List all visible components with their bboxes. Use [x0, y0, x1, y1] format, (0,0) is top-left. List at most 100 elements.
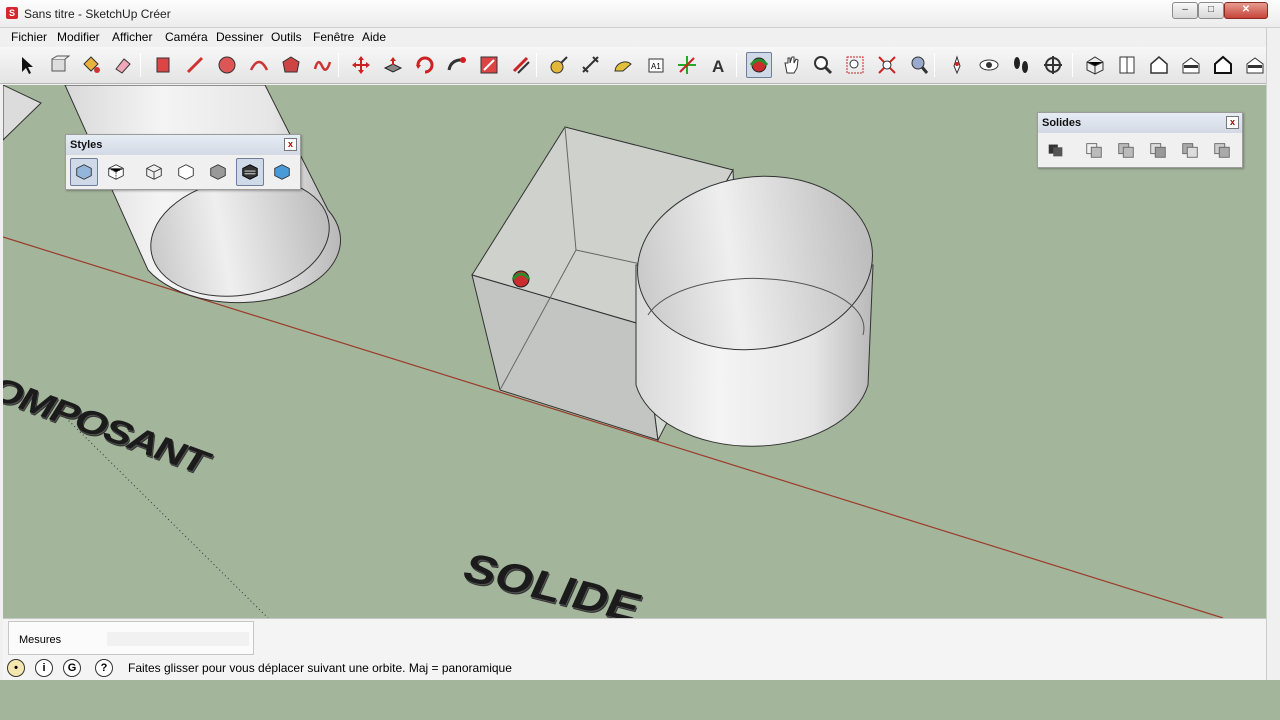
- trim-solid-button[interactable]: [1176, 136, 1204, 164]
- monochrome-style-button[interactable]: [268, 158, 296, 186]
- sketchup-logo-icon: S: [6, 7, 18, 19]
- polygon-tool-button[interactable]: [278, 52, 304, 78]
- scale-tool-button[interactable]: [476, 52, 502, 78]
- outer-shell-solid-button[interactable]: [1042, 136, 1070, 164]
- previous-view-tool-button[interactable]: [906, 52, 932, 78]
- position-camera-tool-button[interactable]: [944, 52, 970, 78]
- follow-me-tool-button[interactable]: [444, 52, 470, 78]
- zoom-window-tool-button[interactable]: [842, 52, 868, 78]
- eraser-tool-button[interactable]: [110, 52, 136, 78]
- walk-tool-button[interactable]: [1008, 52, 1034, 78]
- menu-camera[interactable]: Caméra: [164, 30, 209, 44]
- arc-tool-button[interactable]: [246, 52, 272, 78]
- 3d-text-tool-button[interactable]: A: [706, 52, 732, 78]
- circle-tool-button[interactable]: [214, 52, 240, 78]
- minimize-button[interactable]: –: [1172, 2, 1198, 19]
- make-component-tool-button[interactable]: [46, 52, 72, 78]
- menu-fenetre[interactable]: Fenêtre: [312, 30, 355, 44]
- zoom-tool-button[interactable]: [810, 52, 836, 78]
- menu-fichier[interactable]: Fichier: [10, 30, 48, 44]
- 3d-viewport[interactable]: OMPOSANT SOLIDE Styles x Solides x: [3, 85, 1266, 618]
- toolbar-separator: [536, 53, 537, 77]
- freehand-tool-button[interactable]: [310, 52, 336, 78]
- styles-panel-header[interactable]: Styles x: [66, 135, 300, 155]
- back-view-icon: [1214, 55, 1232, 74]
- window-title: Sans titre - SketchUp Créer: [24, 7, 171, 21]
- menu-afficher[interactable]: Afficher: [111, 30, 153, 44]
- menu-bar: Fichier Modifier Afficher Caméra Dessine…: [0, 28, 1280, 47]
- solids-panel-close-button[interactable]: x: [1226, 116, 1239, 129]
- monochrome-icon: [274, 164, 290, 180]
- union-solid-button[interactable]: [1112, 136, 1140, 164]
- toolbar-separator: [736, 53, 737, 77]
- zoom-extents-tool-button[interactable]: [874, 52, 900, 78]
- dimension-tool-button[interactable]: [578, 52, 604, 78]
- xray-style-button[interactable]: [70, 158, 98, 186]
- wireframe-style-button[interactable]: [140, 158, 168, 186]
- hidden-line-style-button[interactable]: [172, 158, 200, 186]
- polygon-icon: [282, 56, 300, 73]
- right-view-icon: [1182, 57, 1200, 74]
- subtract-solid-button[interactable]: [1144, 136, 1172, 164]
- measurements-box: Mesures: [8, 621, 254, 655]
- move-icon: [352, 56, 370, 74]
- menu-aide[interactable]: Aide: [361, 30, 387, 44]
- sign-in-icon[interactable]: G: [63, 659, 81, 677]
- axes-tool-button[interactable]: [674, 52, 700, 78]
- solids-panel-header[interactable]: Solides x: [1038, 113, 1242, 133]
- follow-me-icon: [447, 57, 466, 71]
- orbit-tool-button[interactable]: [746, 52, 772, 78]
- zoom-icon: [814, 56, 833, 75]
- previous-view-icon: [911, 56, 929, 74]
- back-view-tool-button[interactable]: [1210, 52, 1236, 78]
- offset-tool-button[interactable]: [508, 52, 534, 78]
- help-icon[interactable]: ?: [95, 659, 113, 677]
- status-bar: • i G ? Faites glisser pour vous déplace…: [3, 656, 1266, 680]
- pan-icon: [784, 56, 799, 74]
- left-view-tool-button[interactable]: [1242, 52, 1268, 78]
- measurements-input[interactable]: [107, 632, 249, 646]
- section-plane-tool-button[interactable]: [1040, 52, 1066, 78]
- geo-location-icon[interactable]: •: [7, 659, 25, 677]
- look-around-tool-button[interactable]: [976, 52, 1002, 78]
- maximize-button[interactable]: □: [1198, 2, 1224, 19]
- rectangle-tool-button[interactable]: [150, 52, 176, 78]
- circle-icon: [218, 56, 236, 74]
- line-tool-button[interactable]: [182, 52, 208, 78]
- menu-outils[interactable]: Outils: [270, 30, 303, 44]
- offset-icon: [512, 56, 530, 74]
- split-solid-button[interactable]: [1208, 136, 1236, 164]
- rotate-tool-button[interactable]: [412, 52, 438, 78]
- shaded-style-button[interactable]: [204, 158, 232, 186]
- intersect-solid-button[interactable]: [1080, 136, 1108, 164]
- back-edges-style-button[interactable]: [102, 158, 130, 186]
- close-button[interactable]: ✕: [1224, 2, 1268, 19]
- make-component-icon: [51, 55, 70, 72]
- shaded-textures-icon: [242, 164, 258, 180]
- tape-measure-tool-button[interactable]: [546, 52, 572, 78]
- protractor-tool-button[interactable]: [610, 52, 636, 78]
- paint-bucket-tool-button[interactable]: [78, 52, 104, 78]
- push-pull-tool-button[interactable]: [380, 52, 406, 78]
- move-tool-button[interactable]: [348, 52, 374, 78]
- select-tool-button[interactable]: [14, 52, 40, 78]
- iso-view-tool-button[interactable]: [1082, 52, 1108, 78]
- paint-bucket-icon: [83, 56, 100, 73]
- xray-icon: [76, 164, 92, 180]
- text-tool-button[interactable]: A1: [642, 52, 668, 78]
- subtract-icon: [1150, 143, 1166, 158]
- intersect-icon: [1086, 143, 1102, 158]
- front-view-icon: [1150, 56, 1168, 74]
- right-view-tool-button[interactable]: [1178, 52, 1204, 78]
- credits-icon[interactable]: i: [35, 659, 53, 677]
- solids-panel-title: Solides: [1042, 117, 1082, 129]
- menu-dessiner[interactable]: Dessiner: [215, 30, 264, 44]
- styles-panel-close-button[interactable]: x: [284, 138, 297, 151]
- shaded-textures-style-button[interactable]: [236, 158, 264, 186]
- top-view-tool-button[interactable]: [1114, 52, 1140, 78]
- menu-modifier[interactable]: Modifier: [56, 30, 101, 44]
- walk-icon: [1014, 57, 1028, 73]
- front-view-tool-button[interactable]: [1146, 52, 1172, 78]
- pan-tool-button[interactable]: [778, 52, 804, 78]
- status-text: Faites glisser pour vous déplacer suivan…: [128, 661, 512, 675]
